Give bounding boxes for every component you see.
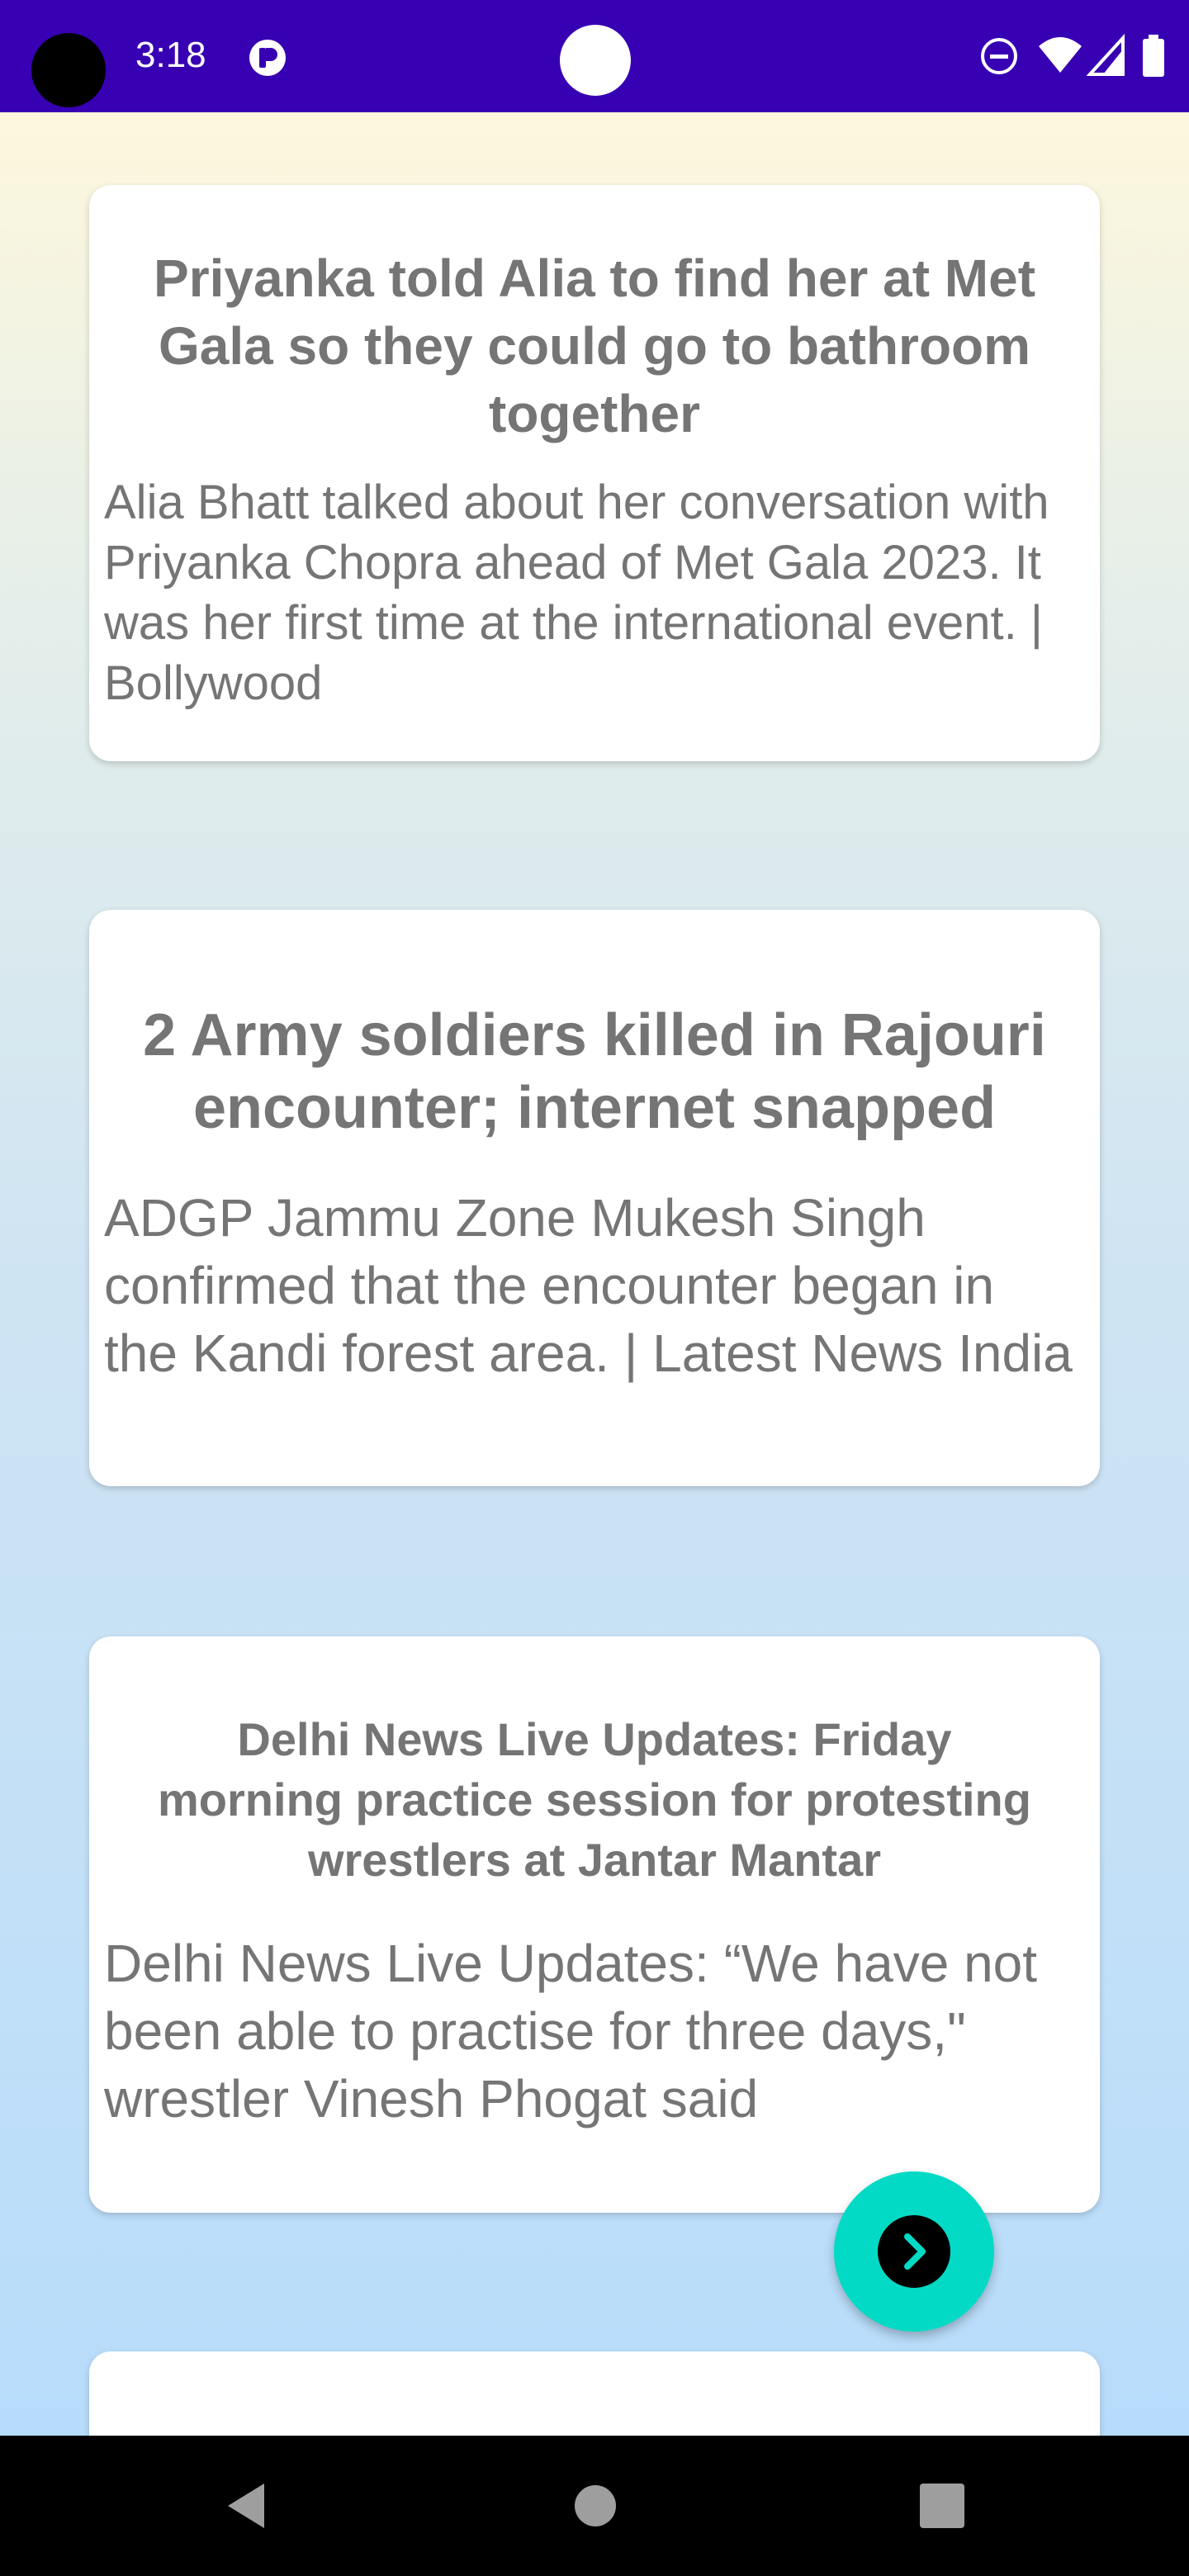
- chevron-right-icon: [904, 2233, 926, 2270]
- news-card-description: Alia Bhatt talked about her conversation…: [104, 476, 1049, 710]
- fab-icon-background: [878, 2215, 950, 2288]
- home-icon[interactable]: [566, 2477, 624, 2535]
- news-card-description: ADGP Jammu Zone Mukesh Singh confirmed t…: [104, 1188, 1073, 1383]
- news-card-title: Delhi News Live Updates: Friday morning …: [158, 1713, 1031, 1886]
- news-feed[interactable]: Priyanka told Alia to find her at Met Ga…: [0, 112, 1189, 2436]
- news-card[interactable]: Delhi News Live Updates: Friday morning …: [89, 1636, 1100, 2213]
- do-not-disturb-icon: [981, 38, 1017, 74]
- wifi-icon: [1039, 37, 1082, 73]
- back-icon[interactable]: [220, 2477, 277, 2535]
- next-fab-button[interactable]: [834, 2171, 994, 2332]
- battery-icon: [1143, 35, 1164, 77]
- navigation-bar: [0, 2436, 1189, 2576]
- status-center-indicator: [560, 25, 631, 96]
- signal-icon: [1087, 33, 1125, 76]
- news-card[interactable]: 2 Army soldiers killed in Rajouri encoun…: [89, 910, 1100, 1486]
- recents-icon[interactable]: [913, 2477, 971, 2535]
- news-card-description: Delhi News Live Updates: “We have not be…: [104, 1934, 1038, 2129]
- status-time: 3:18: [135, 35, 206, 75]
- app-notification-icon: [249, 40, 286, 76]
- status-bar: 3:18: [0, 0, 1189, 112]
- news-card-partial[interactable]: [89, 2351, 1100, 2436]
- news-card-title: 2 Army soldiers killed in Rajouri encoun…: [143, 1002, 1046, 1141]
- news-card[interactable]: Priyanka told Alia to find her at Met Ga…: [89, 185, 1100, 761]
- news-card-title: Priyanka told Alia to find her at Met Ga…: [154, 249, 1035, 443]
- camera-cutout: [31, 33, 106, 107]
